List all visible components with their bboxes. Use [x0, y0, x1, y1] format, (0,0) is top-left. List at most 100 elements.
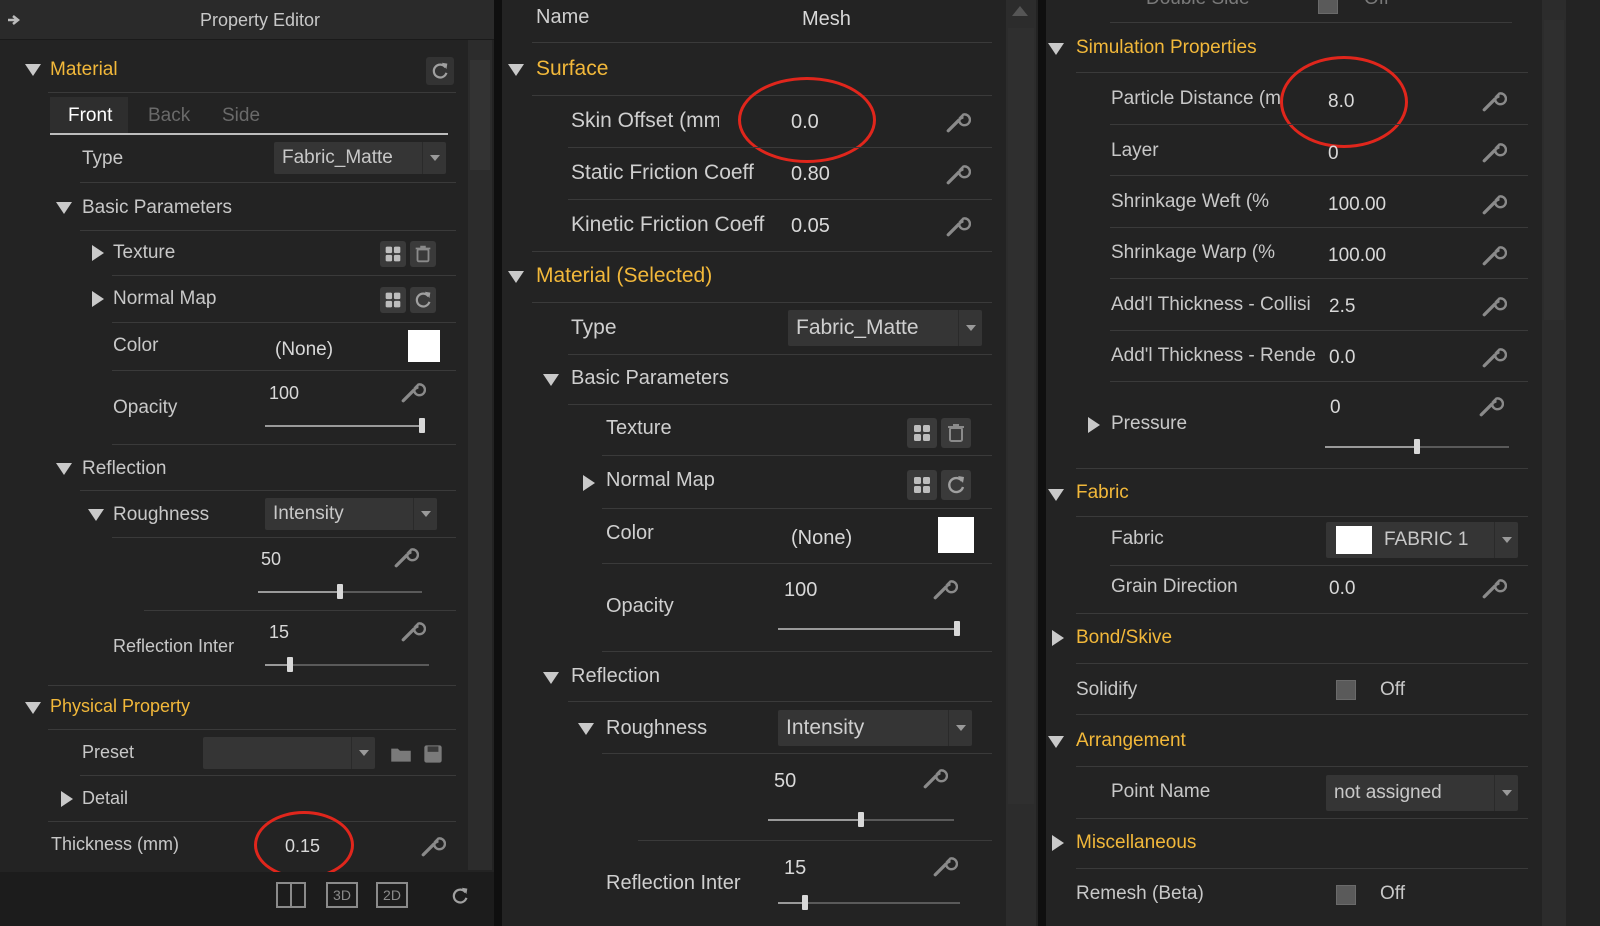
reflection-collapse-icon[interactable]: [543, 672, 559, 684]
pressure-expand-icon[interactable]: [1088, 417, 1100, 433]
basic-params-header[interactable]: Basic Parameters: [82, 197, 232, 219]
left-scrollbar-thumb[interactable]: [470, 60, 490, 170]
roughness-slider[interactable]: [768, 812, 954, 827]
arrow-icon[interactable]: [6, 12, 22, 28]
roughness-value[interactable]: 50: [261, 549, 281, 570]
detail-expand-icon[interactable]: [61, 791, 73, 807]
view-3d-button[interactable]: 3D: [326, 882, 358, 908]
roughness-mode-dropdown[interactable]: Intensity: [778, 710, 972, 746]
wrench-icon[interactable]: [1481, 292, 1507, 318]
split-view-icon[interactable]: [276, 882, 306, 908]
refresh-icon[interactable]: [941, 470, 971, 500]
wrench-icon[interactable]: [1481, 241, 1507, 267]
bond-skive-expand-icon[interactable]: [1052, 630, 1064, 646]
roughness-value[interactable]: 50: [774, 770, 796, 793]
trash-icon[interactable]: [410, 241, 436, 267]
pressure-label[interactable]: Pressure: [1111, 413, 1187, 435]
grain-direction-value[interactable]: 0.0: [1329, 578, 1355, 600]
arrangement-collapse-icon[interactable]: [1048, 736, 1064, 748]
grid-icon[interactable]: [380, 241, 406, 267]
reflection-inter-slider[interactable]: [265, 657, 429, 672]
layer-value[interactable]: 0: [1328, 143, 1339, 165]
remesh-checkbox[interactable]: [1336, 885, 1356, 905]
kinetic-friction-value[interactable]: 0.05: [791, 215, 830, 238]
reflection-inter-slider[interactable]: [778, 895, 960, 910]
refresh-icon[interactable]: [410, 287, 436, 313]
surface-collapse-icon[interactable]: [508, 64, 524, 76]
addl-thickness-collision-value[interactable]: 2.5: [1329, 296, 1355, 318]
view-2d-button[interactable]: 2D: [376, 882, 408, 908]
wrench-icon[interactable]: [932, 852, 958, 878]
reflection-header[interactable]: Reflection: [82, 458, 167, 480]
misc-expand-icon[interactable]: [1052, 835, 1064, 851]
color-swatch[interactable]: [408, 330, 440, 362]
solidify-checkbox[interactable]: [1336, 680, 1356, 700]
wrench-icon[interactable]: [1481, 87, 1507, 113]
roughness-mode-dropdown[interactable]: Intensity: [265, 498, 437, 530]
opacity-slider[interactable]: [265, 418, 425, 433]
wrench-icon[interactable]: [932, 575, 958, 601]
point-name-dropdown[interactable]: not assigned: [1326, 775, 1518, 811]
texture-expand-icon[interactable]: [92, 245, 104, 261]
roughness-slider[interactable]: [258, 584, 422, 599]
wrench-icon[interactable]: [1481, 190, 1507, 216]
wrench-icon[interactable]: [945, 108, 971, 134]
refresh-icon[interactable]: [446, 882, 474, 910]
preset-dropdown[interactable]: [203, 737, 375, 769]
wrench-icon[interactable]: [922, 764, 948, 790]
physical-collapse-icon[interactable]: [25, 702, 41, 714]
material-selected-header[interactable]: Material (Selected): [536, 264, 712, 288]
surface-header[interactable]: Surface: [536, 57, 608, 81]
addl-thickness-render-value[interactable]: 0.0: [1329, 347, 1355, 369]
refresh-icon[interactable]: [426, 57, 454, 85]
material-collapse-icon[interactable]: [25, 64, 41, 76]
slider-handle[interactable]: [286, 657, 293, 672]
sim-props-collapse-icon[interactable]: [1048, 43, 1064, 55]
opacity-slider[interactable]: [778, 621, 960, 636]
wrench-icon[interactable]: [945, 160, 971, 186]
scroll-up-icon[interactable]: [1012, 6, 1028, 16]
wrench-icon[interactable]: [420, 832, 446, 858]
wrench-icon[interactable]: [945, 212, 971, 238]
arrangement-header[interactable]: Arrangement: [1076, 730, 1186, 752]
reflection-inter-value[interactable]: 15: [269, 622, 289, 643]
tab-side[interactable]: Side: [222, 105, 260, 127]
reflection-inter-value[interactable]: 15: [784, 857, 806, 880]
bond-skive-header[interactable]: Bond/Skive: [1076, 627, 1172, 649]
wrench-icon[interactable]: [1481, 138, 1507, 164]
opacity-value[interactable]: 100: [269, 383, 299, 404]
name-value[interactable]: Mesh: [802, 8, 851, 31]
folder-icon[interactable]: [388, 741, 414, 767]
grid-icon[interactable]: [907, 470, 937, 500]
color-swatch[interactable]: [938, 517, 974, 553]
fabric-section-header[interactable]: Fabric: [1076, 482, 1129, 504]
grid-icon[interactable]: [907, 418, 937, 448]
double-side-checkbox[interactable]: [1318, 0, 1338, 14]
wrench-icon[interactable]: [400, 617, 426, 643]
wrench-icon[interactable]: [400, 378, 426, 404]
middle-scrollbar-thumb[interactable]: [1008, 28, 1034, 804]
slider-handle[interactable]: [954, 621, 960, 636]
slider-handle[interactable]: [858, 812, 864, 827]
shrinkage-weft-value[interactable]: 100.00: [1328, 194, 1386, 216]
basic-params-collapse-icon[interactable]: [543, 374, 559, 386]
pressure-value[interactable]: 0: [1330, 397, 1341, 419]
wrench-icon[interactable]: [1481, 343, 1507, 369]
save-icon[interactable]: [420, 741, 446, 767]
wrench-icon[interactable]: [393, 543, 419, 569]
normal-map-expand-icon[interactable]: [583, 475, 595, 491]
material-section-header[interactable]: Material: [50, 59, 118, 81]
shrinkage-warp-value[interactable]: 100.00: [1328, 245, 1386, 267]
slider-handle[interactable]: [337, 584, 343, 599]
grid-icon[interactable]: [380, 287, 406, 313]
trash-icon[interactable]: [941, 418, 971, 448]
roughness-collapse-icon[interactable]: [88, 509, 104, 521]
wrench-icon[interactable]: [1481, 574, 1507, 600]
slider-handle[interactable]: [1414, 439, 1420, 454]
roughness-label[interactable]: Roughness: [606, 717, 707, 740]
reflection-collapse-icon[interactable]: [56, 463, 72, 475]
tab-back[interactable]: Back: [148, 105, 190, 127]
tab-front[interactable]: Front: [50, 97, 128, 133]
fabric-dropdown[interactable]: FABRIC 1: [1326, 522, 1518, 558]
normal-map-expand-icon[interactable]: [92, 291, 104, 307]
